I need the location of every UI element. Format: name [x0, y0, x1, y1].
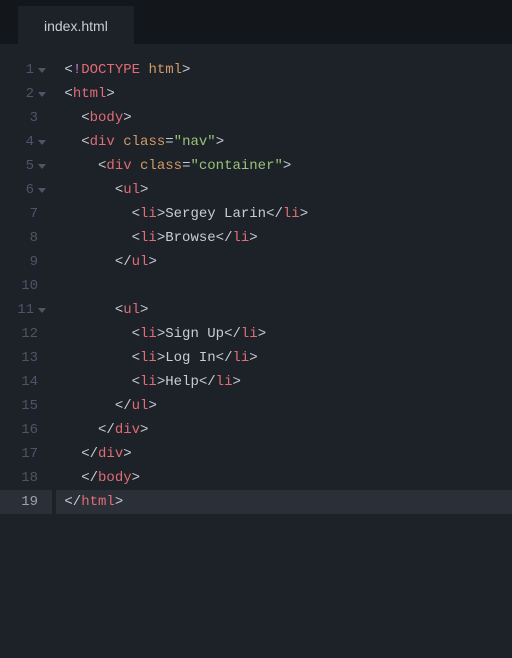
line-number: 12: [0, 322, 52, 346]
code-line[interactable]: <!DOCTYPE html>: [56, 58, 512, 82]
code-line[interactable]: <body>: [56, 106, 512, 130]
code-line[interactable]: <li>Help</li>: [56, 370, 512, 394]
code-area[interactable]: <!DOCTYPE html> <html> <body> <div class…: [56, 58, 512, 514]
code-line[interactable]: <div class="container">: [56, 154, 512, 178]
line-number: 4: [0, 130, 52, 154]
line-number: 10: [0, 274, 52, 298]
line-number: 2: [0, 82, 52, 106]
code-line[interactable]: </html>: [56, 490, 512, 514]
gutter: 12345678910111213141516171819: [0, 58, 56, 514]
line-number: 8: [0, 226, 52, 250]
code-line[interactable]: <html>: [56, 82, 512, 106]
code-line[interactable]: </ul>: [56, 250, 512, 274]
line-number: 13: [0, 346, 52, 370]
line-number: 3: [0, 106, 52, 130]
fold-icon[interactable]: [38, 140, 46, 145]
fold-icon[interactable]: [38, 308, 46, 313]
line-number: 7: [0, 202, 52, 226]
code-line[interactable]: <ul>: [56, 298, 512, 322]
tab-index-html[interactable]: index.html: [18, 6, 134, 44]
fold-icon[interactable]: [38, 68, 46, 73]
fold-icon[interactable]: [38, 92, 46, 97]
line-number: 15: [0, 394, 52, 418]
code-line[interactable]: </ul>: [56, 394, 512, 418]
line-number: 9: [0, 250, 52, 274]
fold-icon[interactable]: [38, 164, 46, 169]
line-number: 18: [0, 466, 52, 490]
code-line[interactable]: </div>: [56, 418, 512, 442]
tab-bar: index.html: [0, 0, 512, 44]
line-number: 19: [0, 490, 52, 514]
line-number: 1: [0, 58, 52, 82]
code-line[interactable]: </body>: [56, 466, 512, 490]
code-line[interactable]: <div class="nav">: [56, 130, 512, 154]
line-number: 5: [0, 154, 52, 178]
code-line[interactable]: <li>Sergey Larin</li>: [56, 202, 512, 226]
code-line[interactable]: <li>Sign Up</li>: [56, 322, 512, 346]
line-number: 11: [0, 298, 52, 322]
line-number: 14: [0, 370, 52, 394]
code-line[interactable]: </div>: [56, 442, 512, 466]
tab-label: index.html: [44, 18, 108, 34]
code-editor[interactable]: 12345678910111213141516171819 <!DOCTYPE …: [0, 44, 512, 514]
code-line[interactable]: [56, 274, 512, 298]
code-line[interactable]: <li>Browse</li>: [56, 226, 512, 250]
line-number: 17: [0, 442, 52, 466]
line-number: 16: [0, 418, 52, 442]
fold-icon[interactable]: [38, 188, 46, 193]
code-line[interactable]: <li>Log In</li>: [56, 346, 512, 370]
line-number: 6: [0, 178, 52, 202]
code-line[interactable]: <ul>: [56, 178, 512, 202]
